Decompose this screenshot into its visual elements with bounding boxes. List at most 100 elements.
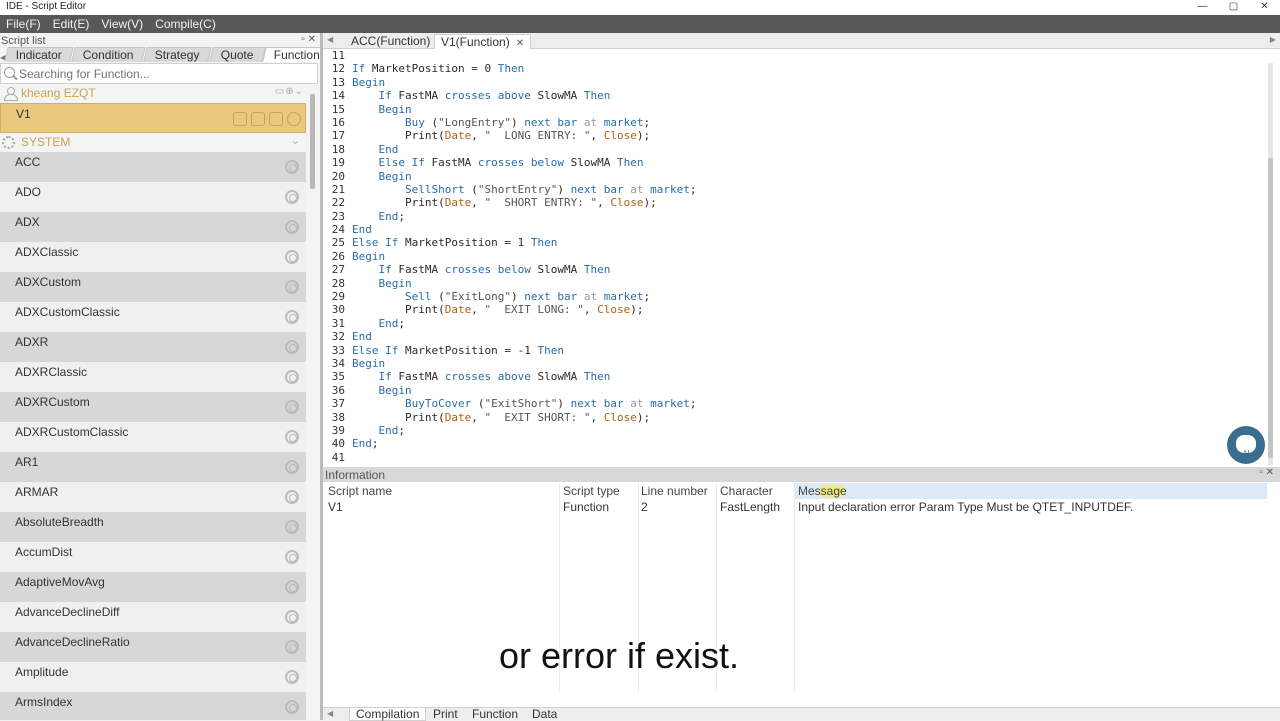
gear-icon[interactable] [285,250,299,264]
code-line[interactable]: 39 End; [323,424,1263,437]
list-item[interactable]: AdaptiveMovAvg [0,572,306,602]
code-line[interactable]: 40 End; [323,437,1263,450]
list-item[interactable]: ADX [0,212,306,242]
list-item[interactable]: AR1 [0,452,306,482]
col-script-name[interactable]: Script name [328,484,392,498]
gear-icon[interactable] [285,370,299,384]
list-item[interactable]: AbsoluteBreadth [0,512,306,542]
lock-icon[interactable] [233,112,247,126]
list-item[interactable]: ADXRCustom [0,392,306,422]
col-message[interactable]: Message [798,484,847,498]
tab-function-output[interactable]: Function [466,708,524,721]
gear-icon[interactable] [285,190,299,204]
information-pin-close-icon[interactable]: ▫ ✕ [1259,467,1274,478]
output-tabs-left-arrow-icon[interactable]: ◀ [327,709,333,718]
list-item[interactable]: ADXCustom [0,272,306,302]
code-line[interactable]: 23 End; [323,210,1263,223]
gear-icon[interactable] [285,580,299,594]
code-line[interactable]: 24 End [323,223,1263,236]
tab-acc-function[interactable]: ACC(Function) [345,34,436,49]
gear-icon[interactable] [285,430,299,444]
col-script-type[interactable]: Script type [563,484,620,498]
code-line[interactable]: 37 BuyToCover ("ExitShort") next bar at … [323,397,1263,410]
list-item[interactable]: ADXRCustomClassic [0,422,306,452]
code-line[interactable]: 34 Begin [323,357,1263,370]
code-line[interactable]: 14 If FastMA crosses above SlowMA Then [323,89,1263,102]
code-line[interactable]: 18 End [323,143,1263,156]
menu-file[interactable]: File(F) [0,17,47,31]
tab-v1-function[interactable]: V1(Function) ✕ [434,34,532,49]
list-item[interactable]: Amplitude [0,662,306,692]
gear-icon[interactable] [285,490,299,504]
code-line[interactable]: 28 Begin [323,277,1263,290]
search-box[interactable] [0,63,318,84]
code-line[interactable]: 16 Buy ("LongEntry") next bar at market; [323,116,1263,129]
gear-icon[interactable] [285,640,299,654]
code-line[interactable]: 31 End; [323,317,1263,330]
code-line[interactable]: 21 SellShort ("ShortEntry") next bar at … [323,183,1263,196]
col-character[interactable]: Character [720,484,773,498]
panel-pin-close-icon[interactable]: ▫ ✕ [301,34,316,45]
ai-assistant-button[interactable]: AI [1227,426,1265,464]
code-line[interactable]: 32 End [323,330,1263,343]
list-item[interactable]: AccumDist [0,542,306,572]
editor-scroll-thumb[interactable] [1268,158,1273,458]
editor-tabs-left-arrow-icon[interactable]: ◀ [327,35,333,44]
system-folder-row[interactable]: SYSTEM ⌄ [0,133,306,152]
selected-script-row[interactable]: V1 [0,103,306,133]
gear-icon[interactable] [285,700,299,714]
code-line[interactable]: 19 Else If FastMA crosses below SlowMA T… [323,156,1263,169]
code-line[interactable]: 29 Sell ("ExitLong") next bar at market; [323,290,1263,303]
list-item[interactable]: ADO [0,182,306,212]
code-line[interactable]: 17 Print(Date, " LONG ENTRY: ", Close); [323,129,1263,142]
code-area[interactable]: 11 12 If MarketPosition = 0 Then 13 Begin 14 … [323,49,1263,467]
tab-strategy[interactable]: Strategy [143,47,212,62]
gear-icon[interactable] [285,310,299,324]
close-tab-icon[interactable]: ✕ [516,38,524,49]
gear-icon[interactable] [285,610,299,624]
maximize-button[interactable]: ▢ [1218,0,1249,15]
folder-actions-icon[interactable]: ▭⊕⌄ [275,86,304,97]
tab-function[interactable]: Function [262,47,320,62]
code-line[interactable]: 26 Begin [323,250,1263,263]
list-item[interactable]: ACC [0,152,306,182]
close-button[interactable]: ✕ [1249,0,1280,15]
gear-icon[interactable] [285,520,299,534]
editor-tabs-right-arrow-icon[interactable]: ▶ [1270,35,1276,44]
code-line[interactable]: 12 If MarketPosition = 0 Then [323,62,1263,75]
search-input[interactable] [19,65,309,82]
code-line[interactable]: 41 [323,451,1263,464]
script-list-scrollbar[interactable] [310,94,315,189]
list-item[interactable]: ADXCustomClassic [0,302,306,332]
list-item[interactable]: ADXClassic [0,242,306,272]
code-line[interactable]: 33 Else If MarketPosition = -1 Then [323,344,1263,357]
code-line[interactable]: 13 Begin [323,76,1263,89]
code-line[interactable]: 36 Begin [323,384,1263,397]
minimize-button[interactable]: — [1187,0,1218,15]
editor-scrollbar[interactable] [1268,63,1273,465]
delete-icon[interactable] [269,112,283,126]
tab-print[interactable]: Print [427,708,464,721]
table-row[interactable]: V1 Function 2 FastLength Input declarati… [323,499,1267,515]
tab-indicator[interactable]: Indicator [4,47,75,62]
tab-quote[interactable]: Quote [208,47,266,62]
list-item[interactable]: ArmsIndex [0,692,306,720]
code-line[interactable]: 38 Print(Date, " EXIT SHORT: ", Close); [323,411,1263,424]
tab-condition[interactable]: Condition [71,47,146,62]
tab-compilation[interactable]: Compilation [349,708,427,721]
list-item[interactable]: ARMAR [0,482,306,512]
gear-icon[interactable] [285,400,299,414]
user-folder-row[interactable]: kheang EZQT ▭⊕⌄ [0,84,306,103]
code-line[interactable]: 27 If FastMA crosses below SlowMA Then [323,263,1263,276]
copy-icon[interactable] [251,112,265,126]
tab-data[interactable]: Data [526,708,563,721]
gear-icon[interactable] [285,220,299,234]
list-item[interactable]: AdvanceDeclineDiff [0,602,306,632]
list-item[interactable]: ADXR [0,332,306,362]
menu-edit[interactable]: Edit(E) [47,17,96,31]
gear-icon[interactable] [285,160,299,174]
menu-compile[interactable]: Compile(C) [149,17,222,31]
chevron-down-icon[interactable]: ⌄ [291,134,300,147]
list-item[interactable]: AdvanceDeclineRatio [0,632,306,662]
code-line[interactable]: 15 Begin [323,103,1263,116]
